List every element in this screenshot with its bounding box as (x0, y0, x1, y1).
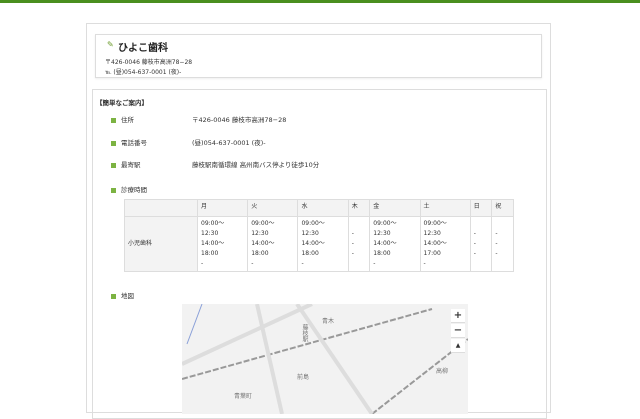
hours-cell: 09:00〜 12:30 14:00〜 17:00 - (419, 216, 471, 272)
bullet-icon (111, 140, 116, 146)
hours-cell: 09:00〜 12:30 14:00〜 18:00 - (247, 216, 299, 272)
clinic-header: ✎ ひよこ歯科 〒426-0046 藤枝市高洲78−28 ℡ (昼)054-63… (95, 34, 542, 78)
day-header: 土 (419, 199, 471, 217)
hours-cell: 09:00〜 12:30 14:00〜 18:00 - (297, 216, 349, 272)
day-header: 祝 (491, 199, 514, 217)
hours-cell: 09:00〜 12:30 14:00〜 18:00 - (196, 216, 249, 272)
info-label: 診療時間 (121, 186, 147, 194)
compass-button[interactable]: ▲ (451, 339, 465, 353)
bullet-icon (111, 162, 116, 168)
day-header: 火 (247, 199, 299, 217)
clinic-name: ひよこ歯科 (118, 43, 168, 54)
info-value: 〒426-0046 藤枝市高洲78−28 (192, 116, 287, 124)
map-place: 青葉町 (234, 393, 253, 400)
map[interactable]: 青木 藤枝駅 前島 高柳 青葉町 + − ▲ (182, 304, 468, 414)
day-header: 月 (196, 199, 249, 217)
corner-cell (124, 199, 198, 217)
bullet-icon (111, 117, 116, 123)
map-label: 地図 (121, 292, 134, 300)
map-heading: 地図 (111, 290, 134, 300)
hours-table: 月火水木金土日祝 小児歯科 09:00〜 12:30 14:00〜 18:00 -… (124, 199, 514, 272)
pencil-icon: ✎ (107, 40, 114, 49)
clinic-page: ✎ ひよこ歯科 〒426-0046 藤枝市高洲78−28 ℡ (昼)054-63… (86, 23, 551, 419)
map-place: 高柳 (436, 368, 449, 375)
zoom-out-button[interactable]: − (451, 324, 465, 338)
info-label: 電話番号 (121, 139, 147, 147)
day-header: 金 (369, 199, 421, 217)
section-title: 【簡単なご案内】 (96, 99, 148, 107)
hours-cell: - - - (491, 216, 514, 272)
map-place: 青木 (322, 318, 335, 325)
info-value: 藤枝駅南循環線 高州南バス停より徒歩10分 (192, 161, 320, 169)
hours-cell: - - - (469, 216, 493, 272)
info-label: 住所 (121, 116, 134, 124)
info-row-address: 住所 〒426-0046 藤枝市高洲78−28 (111, 114, 286, 124)
info-value: (昼)054-637-0001 (夜)- (192, 139, 266, 147)
info-section: 【簡単なご案内】 住所 〒426-0046 藤枝市高洲78−28 電話番号 (昼)0… (92, 89, 547, 419)
hours-cell: - - - (347, 216, 371, 272)
clinic-address: 〒426-0046 藤枝市高洲78−28 (105, 59, 193, 66)
map-place: 藤枝駅 (301, 324, 308, 342)
hours-cell: 09:00〜 12:30 14:00〜 18:00 - (369, 216, 421, 272)
bullet-icon (111, 293, 116, 299)
day-header: 日 (469, 199, 493, 217)
day-header: 水 (297, 199, 349, 217)
info-row-station: 最寄駅 藤枝駅南循環線 高州南バス停より徒歩10分 (111, 159, 319, 169)
clinic-phone: ℡ (昼)054-637-0001 (夜)- (105, 69, 182, 76)
dept-cell: 小児歯科 (124, 216, 198, 272)
info-label: 最寄駅 (121, 161, 141, 169)
top-bar (0, 0, 640, 3)
info-row-phone: 電話番号 (昼)054-637-0001 (夜)- (111, 137, 266, 147)
zoom-in-button[interactable]: + (451, 309, 465, 323)
day-header: 木 (347, 199, 371, 217)
bullet-icon (111, 187, 116, 193)
info-row-hours: 診療時間 (111, 184, 147, 194)
map-place: 前島 (297, 374, 310, 381)
